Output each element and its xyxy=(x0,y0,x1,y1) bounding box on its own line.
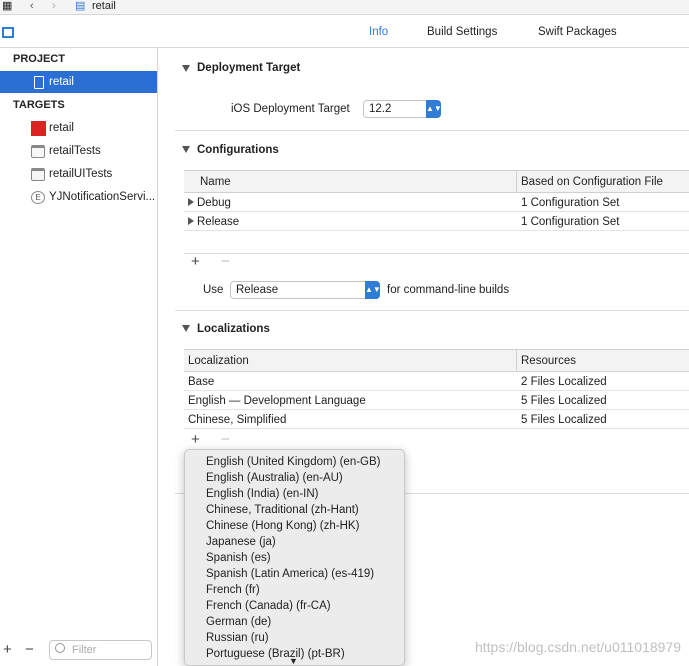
project-section-header: PROJECT xyxy=(13,53,65,65)
disclosure-triangle-icon[interactable] xyxy=(188,217,194,225)
breadcrumb-file[interactable]: retail xyxy=(92,0,116,12)
configurations-disclosure-icon[interactable] xyxy=(182,146,190,153)
menu-item[interactable]: German (de) xyxy=(206,616,271,628)
disclosure-triangle-icon[interactable] xyxy=(188,198,194,206)
menu-item[interactable]: Japanese (ja) xyxy=(206,536,276,548)
table-header: Localization Resources xyxy=(184,349,689,372)
table-row[interactable]: Chinese, Simplified 5 Files Localized xyxy=(184,410,689,429)
tab-swift-packages[interactable]: Swift Packages xyxy=(538,26,617,38)
localizations-table: Localization Resources Base 2 Files Loca… xyxy=(184,349,689,429)
menu-item[interactable]: Portuguese (Brazil) (pt-BR) xyxy=(206,648,345,660)
hide-sidebar-icon[interactable] xyxy=(2,27,14,38)
deployment-disclosure-icon[interactable] xyxy=(182,65,190,72)
add-target-button[interactable]: + xyxy=(3,641,12,658)
scroll-down-arrow-icon[interactable]: ▼ xyxy=(289,656,298,665)
app-target-icon xyxy=(31,121,46,136)
add-configuration-button[interactable]: + xyxy=(191,253,200,270)
swift-file-icon: ▤ xyxy=(75,0,86,12)
localizations-disclosure-icon[interactable] xyxy=(182,325,190,332)
add-localization-button[interactable]: + xyxy=(191,431,200,448)
table-row[interactable]: Base 2 Files Localized xyxy=(184,372,689,391)
chevron-updown-icon: ▲▼ xyxy=(365,281,381,299)
sidebar-item-project-retail[interactable]: retail xyxy=(0,71,157,93)
menu-item[interactable]: Chinese (Hong Kong) (zh-HK) xyxy=(206,520,359,532)
divider xyxy=(184,253,689,254)
chevron-updown-icon: ▲▼ xyxy=(426,100,442,118)
sidebar-item-target-tests[interactable]: retailTests xyxy=(0,140,157,162)
ios-deployment-label: iOS Deployment Target xyxy=(231,103,350,115)
menu-item[interactable]: Spanish (es) xyxy=(206,552,271,564)
menu-item[interactable]: Chinese, Traditional (zh-Hant) xyxy=(206,504,359,516)
table-header: Name Based on Configuration File xyxy=(184,170,689,193)
menu-item[interactable]: French (fr) xyxy=(206,584,260,596)
menu-item[interactable]: English (Australia) (en-AU) xyxy=(206,472,343,484)
localizations-header: Localizations xyxy=(197,323,270,335)
editor-tab-bar: Info Build Settings Swift Packages xyxy=(0,15,689,48)
watermark: https://blog.csdn.net/u011018979 xyxy=(474,639,681,655)
extension-icon: E xyxy=(31,191,45,204)
tab-info[interactable]: Info xyxy=(369,26,388,38)
table-row[interactable]: Debug 1 Configuration Set xyxy=(184,193,689,212)
top-toolbar: ▦ ‹ › ▤ retail xyxy=(0,0,689,15)
test-bundle-icon xyxy=(31,145,45,158)
filter-icon xyxy=(55,643,65,653)
use-label: Use xyxy=(203,284,224,296)
menu-item[interactable]: Spanish (Latin America) (es-419) xyxy=(206,568,374,580)
back-icon[interactable]: ‹ xyxy=(30,0,34,12)
sidebar-item-target-retail[interactable]: retail xyxy=(0,117,157,139)
ios-deployment-select[interactable]: 12.2 ▲▼ xyxy=(363,100,442,118)
grid-icon[interactable]: ▦ xyxy=(2,0,12,12)
configurations-table: Name Based on Configuration File Debug 1… xyxy=(184,170,689,231)
deployment-target-header: Deployment Target xyxy=(197,62,301,74)
sidebar-item-target-uitests[interactable]: retailUITests xyxy=(0,163,157,185)
divider xyxy=(175,310,689,311)
remove-localization-button[interactable]: − xyxy=(221,431,230,448)
add-localization-menu: English (United Kingdom) (en-GB) English … xyxy=(184,449,405,666)
forward-icon[interactable]: › xyxy=(52,0,56,12)
command-line-suffix: for command-line builds xyxy=(387,284,510,296)
targets-section-header: TARGETS xyxy=(13,99,65,111)
table-row[interactable]: Release 1 Configuration Set xyxy=(184,212,689,231)
menu-item[interactable]: French (Canada) (fr-CA) xyxy=(206,600,331,612)
command-line-config-select[interactable]: Release ▲▼ xyxy=(230,281,381,299)
table-row[interactable]: English — Development Language 5 Files L… xyxy=(184,391,689,410)
remove-target-button[interactable]: − xyxy=(25,641,34,658)
menu-item[interactable]: English (India) (en-IN) xyxy=(206,488,318,500)
divider xyxy=(175,130,689,131)
configurations-header: Configurations xyxy=(197,144,279,156)
menu-item[interactable]: Russian (ru) xyxy=(206,632,269,644)
ui-test-bundle-icon xyxy=(31,168,45,181)
tab-build-settings[interactable]: Build Settings xyxy=(427,26,497,38)
project-sidebar: PROJECT retail TARGETS retail retailTest… xyxy=(0,48,158,666)
sidebar-item-target-notification[interactable]: E YJNotificationServi... xyxy=(0,186,157,208)
project-file-icon xyxy=(34,76,44,89)
menu-item[interactable]: English (United Kingdom) (en-GB) xyxy=(206,456,381,468)
remove-configuration-button[interactable]: − xyxy=(221,253,230,270)
